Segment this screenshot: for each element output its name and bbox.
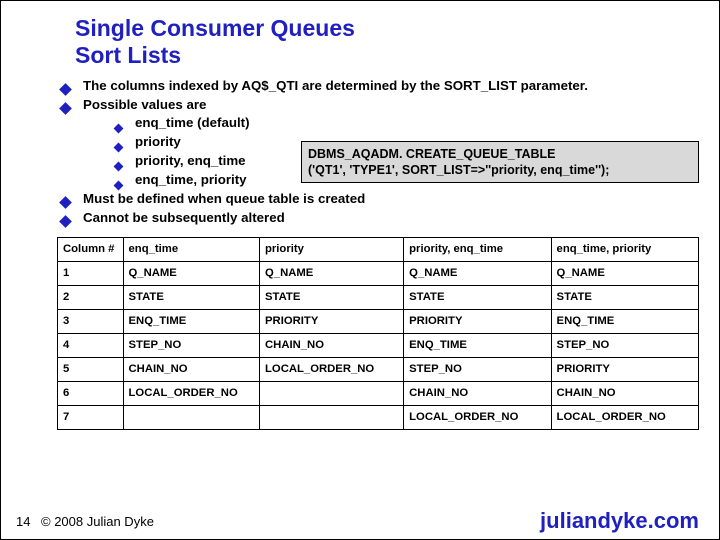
cell: STATE [260,285,404,309]
code-line: ('QT1', 'TYPE1', SORT_LIST=>''priority, … [308,163,609,177]
table-row: 3 ENQ_TIME PRIORITY PRIORITY ENQ_TIME [58,309,699,333]
cell: PRIORITY [260,309,404,333]
col-header: priority [260,237,404,261]
table-row: 4 STEP_NO CHAIN_NO ENQ_TIME STEP_NO [58,333,699,357]
cell: CHAIN_NO [551,381,698,405]
cell: 7 [58,405,124,429]
table-row: 2 STATE STATE STATE STATE [58,285,699,309]
website: juliandyke.com [540,508,699,534]
bullet-item: Must be defined when queue table is crea… [57,190,695,208]
cell: LOCAL_ORDER_NO [123,381,259,405]
col-header: priority, enq_time [404,237,551,261]
cell: PRIORITY [404,309,551,333]
cell [260,405,404,429]
slide-title: Single Consumer Queues Sort Lists [1,1,719,77]
table-row: 7 LOCAL_ORDER_NO LOCAL_ORDER_NO [58,405,699,429]
sub-bullet-text: priority, enq_time [135,153,246,168]
code-box: DBMS_AQADM. CREATE_QUEUE_TABLE ('QT1', '… [301,141,699,183]
cell: LOCAL_ORDER_NO [404,405,551,429]
cell: Q_NAME [404,261,551,285]
cell: CHAIN_NO [404,381,551,405]
cell [260,381,404,405]
table-row: 1 Q_NAME Q_NAME Q_NAME Q_NAME [58,261,699,285]
table-head: Column # enq_time priority priority, enq… [58,237,699,261]
cell: 4 [58,333,124,357]
title-line2: Sort Lists [75,42,181,68]
diamond-icon [59,100,72,118]
cell: STATE [123,285,259,309]
sub-bullet-text: enq_time, priority [135,172,247,187]
col-header: enq_time, priority [551,237,698,261]
cell: LOCAL_ORDER_NO [260,357,404,381]
cell: ENQ_TIME [551,309,698,333]
cell: STEP_NO [551,333,698,357]
bullet-text: Cannot be subsequently altered [83,210,285,225]
cell: ENQ_TIME [404,333,551,357]
sub-bullet-text: priority [135,134,181,149]
table-body: 1 Q_NAME Q_NAME Q_NAME Q_NAME 2 STATE ST… [58,261,699,429]
cell: Q_NAME [123,261,259,285]
cell: ENQ_TIME [123,309,259,333]
sub-bullet-item: enq_time (default) [113,114,695,132]
copyright: © 2008 Julian Dyke [41,514,154,529]
cell: PRIORITY [551,357,698,381]
bullet-text: The columns indexed by AQ$_QTI are deter… [83,78,588,93]
cell: STATE [404,285,551,309]
bullet-text: Possible values are [83,97,206,112]
columns-table: Column # enq_time priority priority, enq… [57,237,699,430]
bullet-item: The columns indexed by AQ$_QTI are deter… [57,77,695,95]
cell: 5 [58,357,124,381]
cell: 3 [58,309,124,333]
cell [123,405,259,429]
bullet-item: Cannot be subsequently altered [57,209,695,227]
table-row: 5 CHAIN_NO LOCAL_ORDER_NO STEP_NO PRIORI… [58,357,699,381]
slide-number: 14 [16,514,30,529]
col-header: enq_time [123,237,259,261]
bullet-text: Must be defined when queue table is crea… [83,191,365,206]
title-line1: Single Consumer Queues [75,15,355,41]
cell: 2 [58,285,124,309]
cell: Q_NAME [260,261,404,285]
content-area: The columns indexed by AQ$_QTI are deter… [1,77,719,430]
cell: STEP_NO [404,357,551,381]
cell: STEP_NO [123,333,259,357]
cell: LOCAL_ORDER_NO [551,405,698,429]
diamond-icon [59,213,72,231]
sub-bullet-text: enq_time (default) [135,115,250,130]
cell: Q_NAME [551,261,698,285]
cell: CHAIN_NO [260,333,404,357]
code-line: DBMS_AQADM. CREATE_QUEUE_TABLE [308,147,555,161]
cell: 1 [58,261,124,285]
cell: CHAIN_NO [123,357,259,381]
table-header-row: Column # enq_time priority priority, enq… [58,237,699,261]
cell: 6 [58,381,124,405]
cell: STATE [551,285,698,309]
table-row: 6 LOCAL_ORDER_NO CHAIN_NO CHAIN_NO [58,381,699,405]
col-header: Column # [58,237,124,261]
